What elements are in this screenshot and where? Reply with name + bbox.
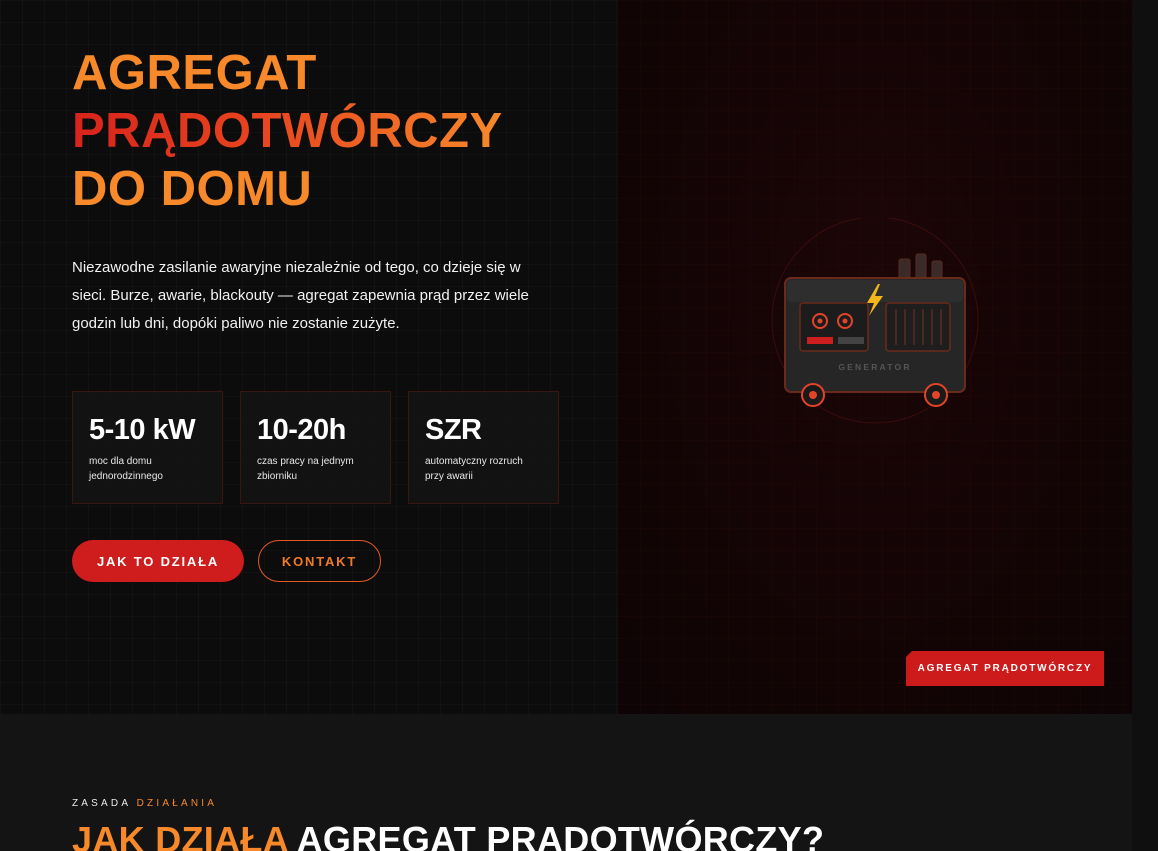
section-heading: JAK DZIAŁA AGREGAT PRĄDOTWÓRCZY? — [72, 818, 824, 851]
hero-title-line3: DO DOMU — [72, 162, 313, 216]
stat-value: SZR — [425, 414, 482, 446]
scrollbar-track[interactable] — [1132, 0, 1158, 851]
generator-label: GENERATOR — [838, 362, 911, 372]
hero-section: AGREGAT PRĄDOTWÓRCZY DO DOMU Niezawodne … — [0, 0, 1132, 714]
hero-title: AGREGAT PRĄDOTWÓRCZY DO DOMU — [72, 44, 503, 218]
stats-row: 5-10 kW moc dla domu jednorodzinnego 10-… — [72, 391, 559, 504]
eyebrow-part2: DZIAŁANIA — [136, 798, 218, 809]
how-it-works-button[interactable]: JAK TO DZIAŁA — [72, 540, 244, 582]
generator-icon: GENERATOR — [771, 216, 979, 424]
stat-value: 10-20h — [257, 414, 346, 446]
generator-illustration: GENERATOR — [768, 216, 982, 428]
stat-value: 5-10 kW — [89, 414, 196, 446]
hero-title-line2: PRĄDOTWÓRCZY — [72, 104, 503, 158]
stat-card-power: 5-10 kW moc dla domu jednorodzinnego — [72, 391, 223, 504]
section-eyebrow: ZASADA DZIAŁANIA — [72, 798, 217, 809]
page: AGREGAT PRĄDOTWÓRCZY DO DOMU Niezawodne … — [0, 0, 1158, 851]
hero-title-line1: AGREGAT — [72, 46, 317, 100]
stat-label: automatyczny rozruch przy awarii — [425, 456, 523, 482]
eyebrow-part1: ZASADA — [72, 798, 137, 809]
stat-card-szr: SZR automatyczny rozruch przy awarii — [408, 391, 559, 504]
section-heading-accent: JAK DZIAŁA — [72, 819, 288, 851]
stat-label: czas pracy na jednym zbiorniku — [257, 456, 354, 482]
hero-lead-text: Niezawodne zasilanie awaryjne niezależni… — [72, 259, 529, 332]
section-heading-rest: AGREGAT PRĄDOTWÓRCZY? — [287, 819, 825, 851]
how-it-works-section: ZASADA DZIAŁANIA JAK DZIAŁA AGREGAT PRĄD… — [0, 714, 1132, 851]
product-tag-badge: AGREGAT PRĄDOTWÓRCZY — [906, 651, 1104, 686]
stat-card-runtime: 10-20h czas pracy na jednym zbiorniku — [240, 391, 391, 504]
stat-label: moc dla domu jednorodzinnego — [89, 456, 163, 482]
contact-button[interactable]: KONTAKT — [258, 540, 381, 582]
